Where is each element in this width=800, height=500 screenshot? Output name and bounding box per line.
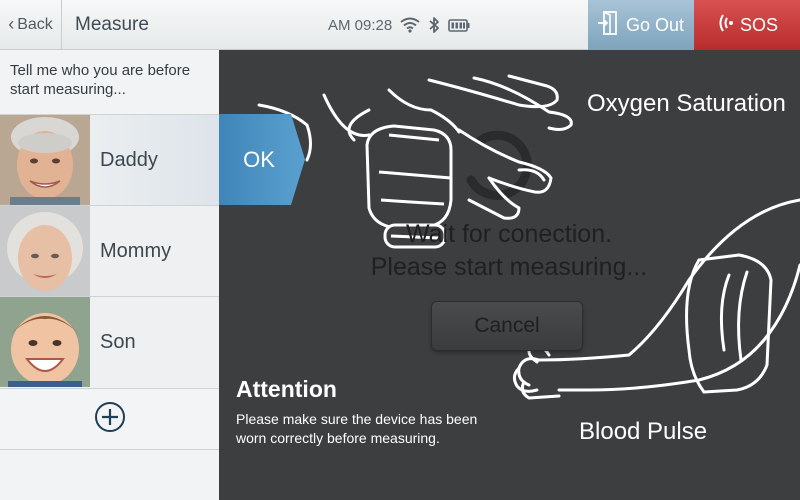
sos-label: SOS (739, 14, 778, 35)
exit-door-icon (597, 10, 618, 41)
status-bar: AM 09:28 (328, 0, 470, 50)
attention-title: Attention (236, 376, 337, 402)
back-button[interactable]: ‹ Back (0, 0, 62, 50)
plus-circle-icon[interactable] (94, 401, 126, 438)
chevron-left-icon: ‹ (8, 13, 15, 34)
attention-body: Please make sure the device has been wor… (236, 411, 478, 446)
go-out-button[interactable]: Go Out (588, 0, 694, 50)
status-message-line2: Please start measuring... (370, 253, 648, 281)
profile-item-daddy[interactable]: Daddy (0, 114, 219, 205)
profile-name: Son (100, 331, 136, 353)
clock: AM 09:28 (328, 16, 393, 34)
oxygen-saturation-label: Oxygen Saturation (587, 90, 786, 117)
blood-pulse-label: Blood Pulse (579, 418, 708, 445)
ok-button[interactable]: OK (219, 114, 307, 205)
back-label: Back (17, 16, 53, 33)
profile-item-mommy[interactable]: Mommy (0, 205, 219, 296)
profile-name: Mommy (100, 240, 172, 262)
top-bar: ‹ Back Measure AM 09:28 Go Out SOS (0, 0, 800, 50)
avatar (0, 297, 90, 387)
status-message-line1: Wait for conection. (405, 220, 613, 248)
page-title: Measure (75, 14, 149, 35)
measure-screen: ‹ Back Measure AM 09:28 Go Out SOS Tell … (0, 0, 800, 500)
ok-label: OK (243, 147, 275, 172)
wifi-icon (400, 17, 420, 33)
add-profile-row (0, 388, 219, 450)
profile-name: Daddy (100, 149, 158, 171)
bluetooth-icon (428, 16, 440, 34)
go-out-label: Go Out (625, 14, 685, 35)
avatar (0, 206, 90, 296)
profile-sidebar: Tell me who you are before start measuri… (0, 50, 219, 500)
cancel-button[interactable]: Cancel (432, 302, 582, 350)
profile-item-son[interactable]: Son (0, 296, 219, 387)
sidebar-prompt: Tell me who you are before start measuri… (10, 62, 191, 98)
avatar (0, 115, 90, 205)
sos-button[interactable]: SOS (694, 0, 800, 50)
battery-icon (448, 18, 470, 32)
sos-signal-icon (716, 12, 734, 39)
